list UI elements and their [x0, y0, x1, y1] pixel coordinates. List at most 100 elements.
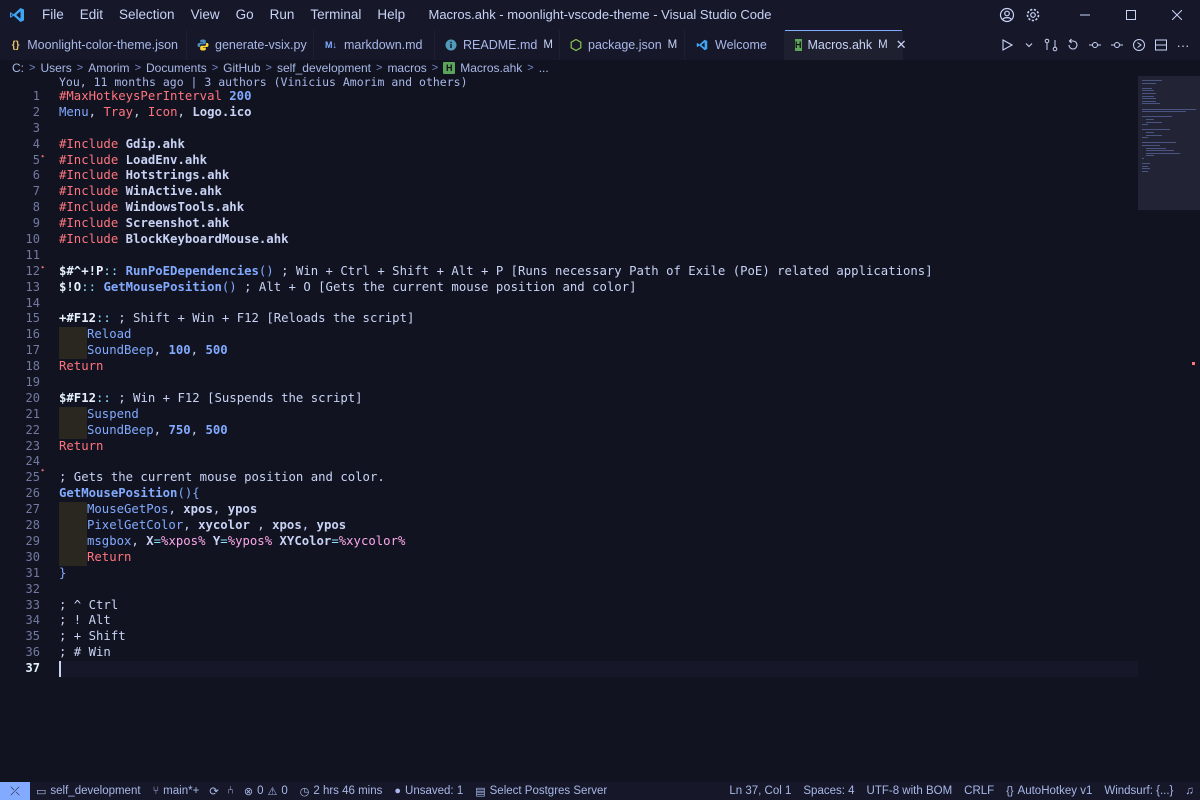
line-number[interactable]: 12 [0, 264, 40, 280]
more-actions-icon[interactable]: ··· [1172, 30, 1194, 60]
line-number[interactable]: 18 [0, 359, 40, 375]
line-number[interactable]: 16 [0, 327, 40, 343]
code-editor[interactable]: You, 11 months ago | 3 authors (Vinicius… [0, 76, 1200, 782]
open-preview-icon[interactable] [1128, 30, 1150, 60]
line-number[interactable]: 13 [0, 280, 40, 296]
status-problems[interactable]: ⊗ 0 ⚠ 0 [238, 782, 294, 800]
breadcrumb-item[interactable]: Amorim [88, 61, 129, 75]
line-number[interactable]: 21 [0, 407, 40, 423]
status-repo[interactable]: ▭ self_development [30, 782, 147, 800]
status-eol[interactable]: CRLF [958, 782, 1000, 800]
breadcrumb-item[interactable]: GitHub [223, 61, 260, 75]
bell-icon[interactable]: ♫ [1179, 782, 1200, 800]
code-area[interactable]: #MaxHotkeysPerInterval 200 Menu, Tray, I… [59, 89, 1138, 677]
line-number[interactable]: 23 [0, 439, 40, 455]
line-number[interactable]: 5 [0, 153, 40, 169]
line-number[interactable]: 14 [0, 296, 40, 312]
tab-readme[interactable]: README.md M [435, 30, 560, 60]
line-number[interactable]: 15 [0, 311, 40, 327]
status-indentation[interactable]: Spaces: 4 [797, 782, 860, 800]
line-number[interactable]: 4 [0, 137, 40, 153]
status-postgres[interactable]: ▤ Select Postgres Server [469, 782, 613, 800]
vscode-logo-icon[interactable] [0, 0, 34, 30]
minimap-line [1142, 95, 1154, 97]
run-icon[interactable] [996, 30, 1018, 60]
breadcrumb-item[interactable]: C: [12, 61, 24, 75]
menu-terminal[interactable]: Terminal [302, 0, 369, 30]
menu-help[interactable]: Help [369, 0, 413, 30]
code-line: ; # Win [59, 645, 111, 660]
status-windsurf[interactable]: Windsurf: {...} [1098, 782, 1179, 800]
menu-file[interactable]: File [34, 0, 72, 30]
close-window-button[interactable] [1154, 0, 1200, 30]
line-number[interactable]: 6 [0, 168, 40, 184]
line-number[interactable]: 7 [0, 184, 40, 200]
line-number[interactable]: 33 [0, 598, 40, 614]
line-number[interactable]: 22 [0, 423, 40, 439]
tab-macros-ahk[interactable]: H Macros.ahk M ✕ [785, 30, 907, 60]
git-blame-annotation[interactable]: You, 11 months ago | 3 authors (Vinicius… [59, 76, 468, 89]
menu-view[interactable]: View [183, 0, 228, 30]
status-unsaved[interactable]: ● Unsaved: 1 [388, 782, 469, 800]
line-number[interactable]: 32 [0, 582, 40, 598]
line-number[interactable]: 34 [0, 613, 40, 629]
maximize-button[interactable] [1108, 0, 1154, 30]
line-number[interactable]: 29 [0, 534, 40, 550]
line-number[interactable]: 30 [0, 550, 40, 566]
line-number[interactable]: 31 [0, 566, 40, 582]
status-language[interactable]: {} AutoHotkey v1 [1000, 782, 1098, 800]
compare-changes-icon[interactable] [1040, 30, 1062, 60]
breadcrumb-item[interactable]: Documents [146, 61, 207, 75]
line-number[interactable]: 27 [0, 502, 40, 518]
line-number[interactable]: 1 [0, 89, 40, 105]
line-number[interactable]: 37 [0, 661, 40, 677]
menu-go[interactable]: Go [228, 0, 262, 30]
line-number[interactable]: 20 [0, 391, 40, 407]
remote-indicator-icon[interactable]: ⤫ [0, 782, 30, 800]
menu-run[interactable]: Run [262, 0, 303, 30]
status-cursor-position[interactable]: Ln 37, Col 1 [723, 782, 797, 800]
split-editor-icon[interactable] [1150, 30, 1172, 60]
line-number[interactable]: 2 [0, 105, 40, 121]
line-number[interactable]: 35 [0, 629, 40, 645]
line-number[interactable]: 25 [0, 470, 40, 486]
line-number[interactable]: 11 [0, 248, 40, 264]
tab-generate-vsix[interactable]: generate-vsix.py [187, 30, 314, 60]
breadcrumb-item[interactable]: Macros.ahk [460, 61, 522, 75]
line-number[interactable]: 9 [0, 216, 40, 232]
menu-selection[interactable]: Selection [111, 0, 183, 30]
line-number[interactable]: 24 [0, 454, 40, 470]
status-time-tracker[interactable]: ◷ 2 hrs 46 mins [294, 782, 389, 800]
line-number[interactable]: 36 [0, 645, 40, 661]
tab-moonlight-color-theme[interactable]: {} Moonlight-color-theme.json [0, 30, 187, 60]
breadcrumb-item[interactable]: Users [40, 61, 71, 75]
line-number[interactable]: 19 [0, 375, 40, 391]
code-line: ; ^ Ctrl [59, 597, 119, 612]
line-number[interactable]: 3 [0, 121, 40, 137]
minimap[interactable] [1138, 76, 1200, 210]
gear-icon[interactable] [1020, 0, 1046, 30]
breadcrumb-item[interactable]: ... [539, 61, 549, 75]
minimize-button[interactable] [1062, 0, 1108, 30]
line-number[interactable]: 26 [0, 486, 40, 502]
tab-package-json[interactable]: package.json M [560, 30, 685, 60]
line-number[interactable]: 8 [0, 200, 40, 216]
tab-markdown[interactable]: M↓ markdown.md [314, 30, 435, 60]
revert-icon[interactable] [1062, 30, 1084, 60]
tab-welcome[interactable]: Welcome [685, 30, 785, 60]
line-number[interactable]: 17 [0, 343, 40, 359]
line-number[interactable]: 28 [0, 518, 40, 534]
line-number[interactable]: 10 [0, 232, 40, 248]
close-tab-icon[interactable]: ✕ [896, 37, 907, 53]
status-encoding[interactable]: UTF-8 with BOM [861, 782, 959, 800]
account-icon[interactable] [994, 0, 1020, 30]
git-graph-icon[interactable]: ⑃ [223, 782, 238, 800]
breadcrumb-item[interactable]: self_development [277, 61, 371, 75]
next-change-icon[interactable] [1106, 30, 1128, 60]
breadcrumb-item[interactable]: macros [387, 61, 426, 75]
previous-change-icon[interactable] [1084, 30, 1106, 60]
status-branch[interactable]: ⑂ main*+ [147, 782, 206, 800]
menu-edit[interactable]: Edit [72, 0, 111, 30]
chevron-down-icon[interactable] [1018, 30, 1040, 60]
sync-icon[interactable]: ⟳ [205, 782, 223, 800]
